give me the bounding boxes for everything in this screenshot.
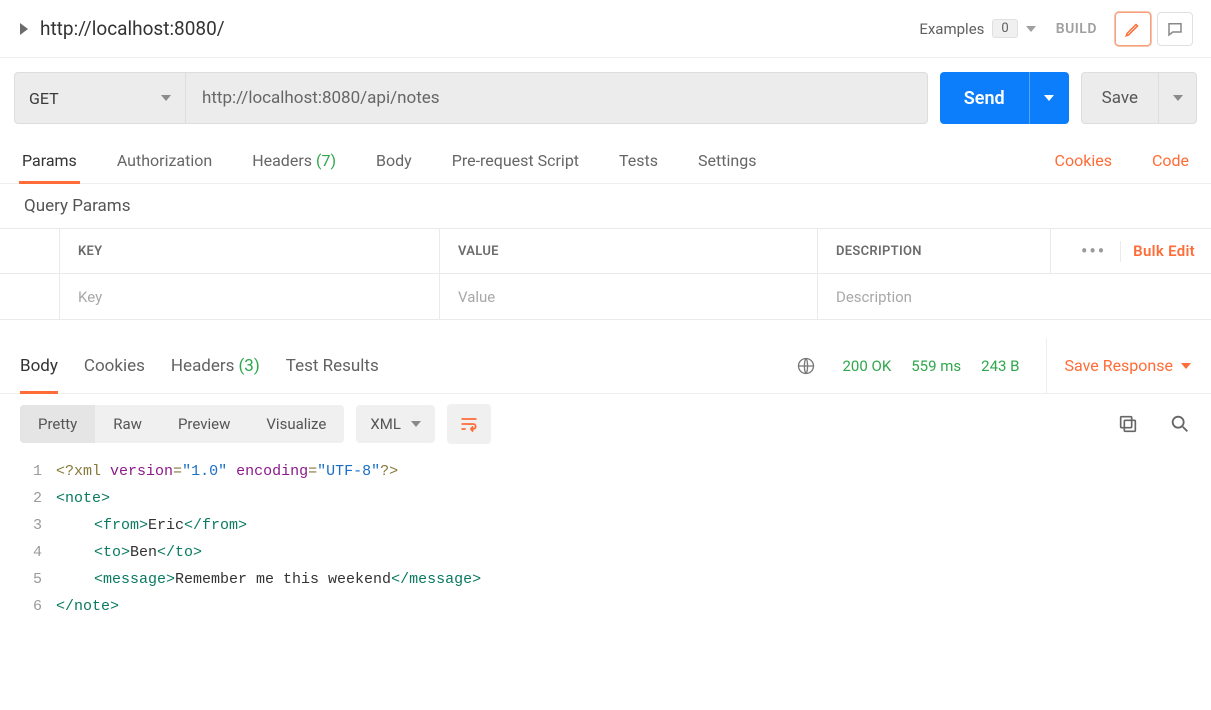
params-table: KEY VALUE DESCRIPTION ••• Bulk Edit Key … [0,228,1211,320]
format-select[interactable]: XML [356,405,435,443]
response-size: 243 B [981,357,1019,375]
wrap-icon [459,414,479,434]
title-bar: http://localhost:8080/ Examples 0 BUILD [0,0,1211,58]
request-title: http://localhost:8080/ [40,17,225,40]
format-value: XML [370,415,401,433]
body-view-segment: Pretty Raw Preview Visualize [20,405,344,443]
tab-settings[interactable]: Settings [698,138,756,183]
params-header-row: KEY VALUE DESCRIPTION ••• Bulk Edit [0,229,1211,273]
chevron-down-icon [1181,363,1191,369]
response-tab-headers-count: (3) [238,356,259,376]
build-button[interactable]: BUILD [1056,21,1097,37]
http-method-select[interactable]: GET [14,72,186,124]
response-header: Body Cookies Headers (3) Test Results 20… [0,338,1211,394]
response-tab-body[interactable]: Body [20,338,58,393]
key-input[interactable]: Key [60,274,440,319]
desc-input[interactable]: Description [818,274,1211,319]
view-pretty[interactable]: Pretty [20,405,95,443]
response-tab-test-results[interactable]: Test Results [286,338,379,393]
response-body-code[interactable]: 1 2 3 4 5 6 <?xml version="1.0" encoding… [0,454,1211,624]
tab-authorization[interactable]: Authorization [117,138,212,183]
request-row: GET http://localhost:8080/api/notes Send… [0,58,1211,138]
comment-mode-button[interactable] [1115,12,1151,46]
chevron-down-icon [1026,26,1036,32]
save-button[interactable]: Save [1081,72,1197,124]
value-input[interactable]: Value [440,274,818,319]
save-button-label: Save [1082,88,1158,108]
code-lines: <?xml version="1.0" encoding="UTF-8"?> <… [56,458,1211,620]
send-button[interactable]: Send [940,72,1069,124]
query-params-title: Query Params [0,184,1211,228]
url-input[interactable]: http://localhost:8080/api/notes [186,72,928,124]
params-empty-row[interactable]: Key Value Description [0,273,1211,319]
globe-icon[interactable] [796,356,816,376]
copy-icon[interactable] [1117,413,1139,435]
view-preview[interactable]: Preview [160,405,248,443]
tab-headers[interactable]: Headers (7) [252,138,336,183]
response-toolbar: Pretty Raw Preview Visualize XML [0,394,1211,454]
save-response-dropdown[interactable]: Save Response [1046,338,1191,393]
view-raw[interactable]: Raw [95,405,160,443]
tab-prerequest[interactable]: Pre-request Script [452,138,579,183]
response-tab-headers-label: Headers [171,356,235,376]
bulk-edit-link[interactable]: Bulk Edit [1133,242,1195,260]
save-options-dropdown[interactable] [1158,73,1196,123]
line-number-gutter: 1 2 3 4 5 6 [0,458,56,620]
examples-label: Examples [919,20,984,38]
response-tab-headers[interactable]: Headers (3) [171,338,260,393]
col-key-header: KEY [60,229,440,273]
http-method-value: GET [29,89,59,108]
pencil-icon [1124,20,1142,38]
chevron-down-icon [1044,95,1054,101]
response-time: 559 ms [911,357,961,375]
send-options-dropdown[interactable] [1029,72,1069,124]
chevron-down-icon [1173,95,1183,101]
save-response-label: Save Response [1065,356,1173,375]
search-icon[interactable] [1169,413,1191,435]
tab-body[interactable]: Body [376,138,412,183]
info-pane-button[interactable] [1157,12,1193,46]
tab-params[interactable]: Params [22,138,77,183]
tab-tests[interactable]: Tests [619,138,658,183]
status-code: 200 OK [842,357,891,375]
response-status: 200 OK 559 ms 243 B [842,357,1019,375]
col-value-header: VALUE [440,229,818,273]
tab-headers-label: Headers [252,151,312,170]
examples-dropdown[interactable]: Examples 0 [919,19,1035,38]
send-button-label: Send [940,88,1029,109]
chevron-down-icon [161,95,171,101]
col-desc-header: DESCRIPTION [818,229,1051,273]
request-tabs: Params Authorization Headers (7) Body Pr… [0,138,1211,184]
view-visualize[interactable]: Visualize [248,405,344,443]
comment-icon [1166,20,1184,38]
tab-headers-count: (7) [316,151,336,170]
code-link[interactable]: Code [1152,151,1189,170]
more-options-icon[interactable]: ••• [1081,241,1121,262]
chevron-down-icon [411,421,421,427]
cookies-link[interactable]: Cookies [1055,151,1112,170]
wrap-lines-button[interactable] [447,404,491,444]
collapse-toggle-icon[interactable] [20,23,28,35]
examples-count-badge: 0 [992,19,1017,38]
response-tab-cookies[interactable]: Cookies [84,338,145,393]
